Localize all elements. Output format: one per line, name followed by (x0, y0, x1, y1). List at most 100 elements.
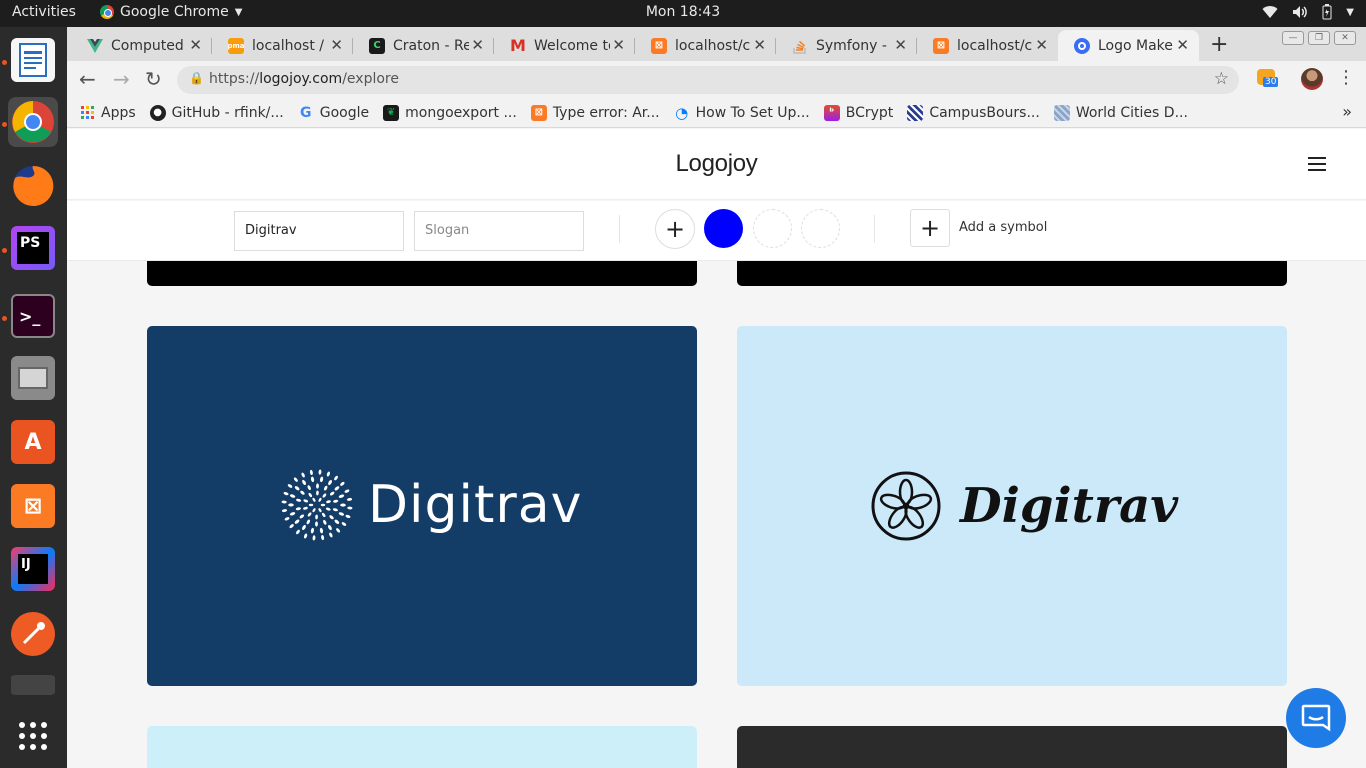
files-icon[interactable] (8, 353, 58, 403)
phpstorm-icon[interactable]: PS (8, 223, 58, 273)
firefox-icon[interactable] (8, 161, 58, 211)
chat-icon (1301, 704, 1331, 732)
software-center-icon[interactable]: A (8, 417, 58, 467)
tab-localhost-phpmyadmin[interactable]: pma localhost / ✕ (212, 30, 353, 61)
minimize-button[interactable]: — (1282, 31, 1304, 45)
intellij-icon[interactable]: IJ (8, 544, 58, 594)
volume-icon (1293, 6, 1308, 18)
extension-icon[interactable]: 30 (1257, 69, 1279, 87)
bookmark-type-error[interactable]: ⊠ Type error: Ar... (530, 104, 660, 121)
terminal-icon[interactable]: >_ (8, 291, 58, 341)
site-header: Logojoy (67, 129, 1366, 200)
window-controls: — ❐ ✕ (1282, 31, 1356, 45)
bookmarks-bar: Apps ● GitHub - rfink/... G Google ❦ mon… (67, 98, 1366, 128)
logo-card[interactable]: Digitrav (737, 326, 1287, 686)
logo-card[interactable]: Digitrav (147, 326, 697, 686)
xampp-icon: ⊠ (530, 104, 547, 121)
chat-launcher-button[interactable] (1286, 688, 1346, 748)
plus-icon: + (919, 214, 941, 242)
logo-preview: Digitrav (280, 468, 582, 542)
tab-symfony[interactable]: Symfony - c ✕ (776, 30, 917, 61)
back-button[interactable]: ← (79, 67, 96, 91)
apps-grid-icon (81, 105, 94, 119)
tab-localhost-2[interactable]: ⊠ localhost/c ✕ (917, 30, 1058, 61)
bookmarks-overflow-icon[interactable]: » (1342, 102, 1352, 121)
show-apps-icon[interactable] (8, 711, 58, 761)
color-swatch-empty[interactable] (801, 209, 840, 248)
close-icon[interactable]: ✕ (1035, 36, 1048, 54)
bookmark-star-icon[interactable]: ☆ (1214, 69, 1229, 89)
google-icon: G (300, 104, 312, 121)
stackoverflow-icon (792, 38, 808, 54)
bookmark-bcrypt[interactable]: ᵇ BCrypt (823, 104, 893, 121)
postman-icon[interactable] (8, 609, 58, 659)
slogan-input[interactable]: Slogan (414, 211, 584, 251)
xampp-icon[interactable]: ⊠ (8, 481, 58, 531)
add-symbol-label[interactable]: Add a symbol (959, 220, 1047, 235)
github-icon: ● (149, 104, 166, 121)
running-indicator (2, 316, 7, 321)
logo-card[interactable] (737, 726, 1287, 768)
bookmark-apps[interactable]: Apps (81, 105, 136, 121)
bookmark-mongoexport[interactable]: ❦ mongoexport ... (383, 104, 517, 121)
hamburger-menu-icon[interactable] (1308, 157, 1326, 171)
browser-toolbar: ← → ↻ 🔒 https://logojoy.com/explore ☆ 30… (67, 61, 1366, 98)
tab-label: localhost/c (675, 37, 751, 54)
bookmark-label: GitHub - rfink/... (171, 104, 284, 121)
chrome-icon[interactable] (8, 97, 58, 147)
color-swatch-selected[interactable] (704, 209, 743, 248)
maximize-button[interactable]: ❐ (1308, 31, 1330, 45)
close-icon[interactable]: ✕ (612, 36, 625, 54)
world-cities-icon (1053, 104, 1070, 121)
vue-icon (87, 38, 103, 54)
tab-logo-maker[interactable]: Logo Make ✕ (1058, 30, 1199, 61)
close-icon[interactable]: ✕ (330, 36, 343, 54)
new-tab-button[interactable]: + (1210, 32, 1228, 57)
close-icon[interactable]: ✕ (753, 36, 766, 54)
forward-button[interactable]: → (113, 67, 130, 91)
system-menu-chevron-icon: ▼ (1346, 6, 1354, 18)
bookmark-label: CampusBours... (929, 104, 1040, 121)
close-icon[interactable]: ✕ (1176, 36, 1189, 54)
menu-kebab-icon[interactable]: ⋮ (1337, 67, 1355, 88)
tab-craton[interactable]: C Craton - Re ✕ (353, 30, 494, 61)
reload-button[interactable]: ↻ (145, 67, 162, 91)
url-text: https://logojoy.com/explore (209, 71, 399, 87)
tab-label: Craton - Re (393, 37, 469, 54)
close-icon[interactable]: ✕ (471, 36, 484, 54)
close-icon[interactable]: ✕ (894, 36, 907, 54)
tab-gmail[interactable]: M Welcome to ✕ (494, 30, 635, 61)
bookmark-campusbourse[interactable]: CampusBours... (907, 104, 1040, 121)
partial-app-icon[interactable] (8, 675, 58, 695)
logo-editor-bar: Digitrav Slogan + + Add a symbol (67, 201, 1366, 261)
system-tray[interactable]: ▼ (1262, 4, 1354, 20)
company-name-input[interactable]: Digitrav (234, 211, 404, 251)
logo-card[interactable] (147, 726, 697, 768)
flower-circle-icon (871, 471, 941, 541)
dots-burst-icon (281, 469, 353, 541)
chrome-icon (100, 5, 114, 19)
color-swatch-empty[interactable] (753, 209, 792, 248)
digitalocean-icon: ◔ (675, 103, 689, 122)
wifi-icon (1262, 6, 1278, 19)
extension-badge: 30 (1263, 77, 1279, 87)
bookmark-google[interactable]: G Google (298, 105, 369, 121)
profile-avatar[interactable] (1301, 68, 1323, 90)
bookmark-world-cities[interactable]: World Cities D... (1053, 104, 1188, 121)
close-icon[interactable]: ✕ (189, 36, 202, 54)
tab-computed[interactable]: Computed ✕ (71, 30, 212, 61)
libreoffice-writer-icon[interactable] (8, 35, 58, 85)
add-symbol-button[interactable]: + (910, 209, 950, 247)
add-color-button[interactable]: + (655, 209, 695, 249)
site-logo[interactable]: Logojoy (676, 150, 758, 177)
activities-button[interactable]: Activities (12, 4, 76, 20)
bookmark-github[interactable]: ● GitHub - rfink/... (149, 104, 284, 121)
bookmark-label: World Cities D... (1075, 104, 1188, 121)
bookmark-how-to-set-up[interactable]: ◔ How To Set Up... (674, 103, 810, 122)
address-bar[interactable]: 🔒 https://logojoy.com/explore ☆ (177, 66, 1239, 94)
tab-localhost-1[interactable]: ⊠ localhost/c ✕ (635, 30, 776, 61)
app-menu[interactable]: Google Chrome ▼ (100, 4, 242, 20)
window-close-button[interactable]: ✕ (1334, 31, 1356, 45)
mongodb-icon: ❦ (383, 104, 400, 121)
clock[interactable]: Mon 18:43 (646, 4, 720, 20)
